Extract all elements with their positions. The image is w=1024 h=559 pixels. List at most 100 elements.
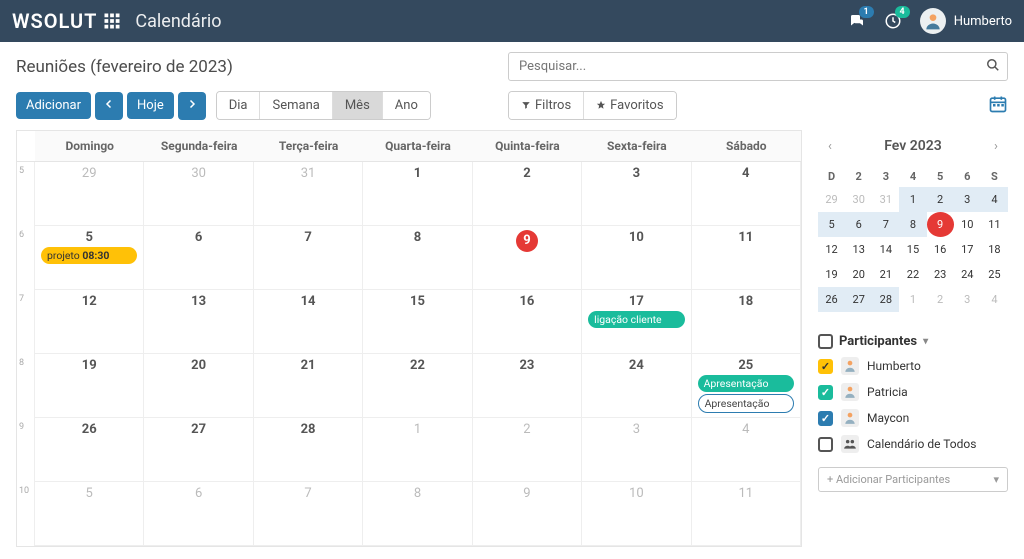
mini-day[interactable]: 1: [899, 287, 926, 312]
today-button[interactable]: Hoje: [127, 92, 174, 119]
participant-item[interactable]: Maycon: [818, 409, 1008, 427]
calendar-event[interactable]: Apresentação: [698, 394, 794, 413]
participant-checkbox[interactable]: [818, 359, 833, 374]
mini-day[interactable]: 30: [845, 187, 872, 212]
calendar-cell[interactable]: 24: [582, 354, 691, 418]
mini-day[interactable]: 14: [872, 237, 899, 262]
mini-day[interactable]: 4: [981, 287, 1008, 312]
calendar-cell[interactable]: 23: [473, 354, 582, 418]
participant-checkbox[interactable]: [818, 385, 833, 400]
calendar-cell[interactable]: 21: [254, 354, 363, 418]
mini-day[interactable]: 29: [818, 187, 845, 212]
mini-day[interactable]: 5: [818, 212, 845, 237]
calendar-cell[interactable]: 3: [582, 162, 691, 226]
calendar-event[interactable]: Apresentação: [698, 375, 794, 392]
mini-day[interactable]: 10: [954, 212, 981, 237]
view-week[interactable]: Semana: [260, 92, 332, 119]
mini-day[interactable]: 24: [954, 262, 981, 287]
calendar-cell[interactable]: 20: [144, 354, 253, 418]
calendar-event[interactable]: projeto 08:30: [41, 247, 137, 264]
mini-day[interactable]: 20: [845, 262, 872, 287]
calendar-cell[interactable]: 9: [473, 226, 582, 290]
calendar-cell[interactable]: 29: [35, 162, 144, 226]
calendar-cell[interactable]: 10: [582, 482, 691, 546]
mini-day[interactable]: 25: [981, 262, 1008, 287]
calendar-cell[interactable]: 5: [35, 482, 144, 546]
mini-next-icon[interactable]: ›: [984, 134, 1008, 158]
participant-item[interactable]: Patricia: [818, 383, 1008, 401]
participant-item[interactable]: Humberto: [818, 357, 1008, 375]
view-month[interactable]: Mês: [333, 92, 383, 119]
mini-day[interactable]: 2: [927, 187, 954, 212]
mini-day[interactable]: 19: [818, 262, 845, 287]
calendar-cell[interactable]: 8: [363, 482, 472, 546]
calendar-cell[interactable]: 12: [35, 290, 144, 354]
next-button[interactable]: [178, 92, 206, 120]
calendar-cell[interactable]: 11: [692, 482, 801, 546]
mini-day[interactable]: 26: [818, 287, 845, 312]
prev-button[interactable]: [95, 92, 123, 120]
app-title[interactable]: Calendário: [135, 11, 221, 32]
mini-day[interactable]: 23: [927, 262, 954, 287]
calendar-cell[interactable]: 6: [144, 482, 253, 546]
calendar-cell[interactable]: 19: [35, 354, 144, 418]
calendar-cell[interactable]: 13: [144, 290, 253, 354]
add-button[interactable]: Adicionar: [16, 92, 91, 119]
mini-day[interactable]: 7: [872, 212, 899, 237]
mini-day[interactable]: 4: [981, 187, 1008, 212]
calendar-cell[interactable]: 30: [144, 162, 253, 226]
calendar-cell[interactable]: 6: [144, 226, 253, 290]
calendar-cell[interactable]: 31: [254, 162, 363, 226]
calendar-cell[interactable]: 10: [582, 226, 691, 290]
mini-day[interactable]: 18: [981, 237, 1008, 262]
calendar-cell[interactable]: 2: [473, 418, 582, 482]
calendar-cell[interactable]: 27: [144, 418, 253, 482]
messages-icon[interactable]: 1: [848, 12, 866, 30]
participant-checkbox[interactable]: [818, 411, 833, 426]
mini-day[interactable]: 3: [954, 187, 981, 212]
calendar-cell[interactable]: 1: [363, 162, 472, 226]
mini-day[interactable]: 1: [899, 187, 926, 212]
add-participant-select[interactable]: + Adicionar Participantes ▾: [818, 467, 1008, 492]
calendar-cell[interactable]: 28: [254, 418, 363, 482]
mini-day[interactable]: 12: [818, 237, 845, 262]
calendar-cell[interactable]: 7: [254, 482, 363, 546]
user-menu[interactable]: Humberto: [920, 8, 1012, 34]
view-day[interactable]: Dia: [217, 92, 261, 119]
mini-day[interactable]: 22: [899, 262, 926, 287]
mini-day[interactable]: 17: [954, 237, 981, 262]
mini-day[interactable]: 27: [845, 287, 872, 312]
mini-day[interactable]: 6: [845, 212, 872, 237]
favorites-button[interactable]: Favoritos: [584, 92, 675, 119]
mini-day[interactable]: 9: [927, 212, 954, 237]
mini-day[interactable]: 15: [899, 237, 926, 262]
view-year[interactable]: Ano: [383, 92, 430, 119]
calendar-toggle-icon[interactable]: [988, 94, 1008, 118]
calendar-cell[interactable]: 25ApresentaçãoApresentação: [692, 354, 801, 418]
mini-day[interactable]: 11: [981, 212, 1008, 237]
calendar-cell[interactable]: 1: [363, 418, 472, 482]
mini-day[interactable]: 21: [872, 262, 899, 287]
mini-prev-icon[interactable]: ‹: [818, 134, 842, 158]
mini-day[interactable]: 13: [845, 237, 872, 262]
activities-icon[interactable]: 4: [884, 12, 902, 30]
calendar-cell[interactable]: 26: [35, 418, 144, 482]
calendar-cell[interactable]: 17ligação cliente: [582, 290, 691, 354]
calendar-cell[interactable]: 3: [582, 418, 691, 482]
participants-toggle-all[interactable]: [818, 334, 833, 349]
calendar-cell[interactable]: 9: [473, 482, 582, 546]
mini-day[interactable]: 2: [927, 287, 954, 312]
calendar-cell[interactable]: 8: [363, 226, 472, 290]
participants-header[interactable]: Participantes ▾: [818, 334, 1008, 349]
calendar-cell[interactable]: 11: [692, 226, 801, 290]
calendar-cell[interactable]: 15: [363, 290, 472, 354]
filters-button[interactable]: Filtros: [509, 92, 584, 119]
calendar-cell[interactable]: 14: [254, 290, 363, 354]
mini-day[interactable]: 28: [872, 287, 899, 312]
mini-day[interactable]: 16: [927, 237, 954, 262]
mini-day[interactable]: 8: [899, 212, 926, 237]
calendar-cell[interactable]: 4: [692, 418, 801, 482]
participant-checkbox[interactable]: [818, 437, 833, 452]
search-icon[interactable]: [986, 58, 1000, 76]
calendar-cell[interactable]: 22: [363, 354, 472, 418]
